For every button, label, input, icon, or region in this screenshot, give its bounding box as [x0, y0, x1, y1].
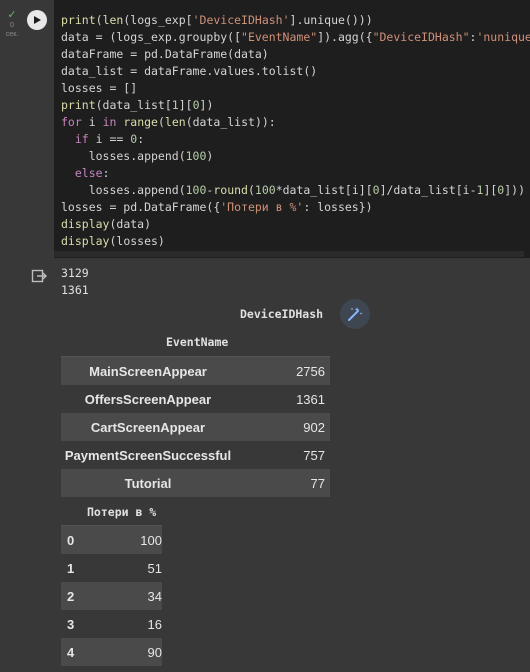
- table-row: MainScreenAppear 2756: [61, 357, 330, 385]
- row-value: 2756: [296, 363, 325, 379]
- table-row: 2 34: [61, 582, 162, 610]
- horizontal-scrollbar[interactable]: [54, 251, 524, 257]
- row-index: 2: [67, 588, 75, 604]
- row-value: 902: [303, 419, 325, 435]
- table2: 0 100 1 51 2 34 3 16 4 90: [61, 525, 162, 666]
- row-value: 1361: [296, 391, 325, 407]
- row-value: 100: [140, 532, 162, 548]
- row-index: 0: [67, 532, 75, 548]
- table-row: CartScreenAppear 902: [61, 413, 330, 441]
- row-value: 51: [147, 560, 162, 576]
- row-index: 1: [67, 560, 75, 576]
- code-line[interactable]: else:: [61, 166, 110, 180]
- row-value: 757: [303, 447, 325, 463]
- code-line[interactable]: data = (logs_exp.groupby(["EventName"]).…: [61, 30, 530, 44]
- code-line[interactable]: print(len(logs_exp['DeviceIDHash'].uniqu…: [61, 13, 373, 27]
- code-line[interactable]: data_list = dataFrame.values.tolist(): [61, 64, 317, 78]
- code-line[interactable]: dataFrame = pd.DataFrame(data): [61, 47, 269, 61]
- table1: MainScreenAppear 2756 OffersScreenAppear 1…: [61, 356, 330, 497]
- code-line[interactable]: losses.append(100-round(100*data_list[i]…: [61, 183, 525, 197]
- code-line[interactable]: display(losses): [61, 234, 165, 248]
- code-line[interactable]: print(data_list[1][0]): [61, 98, 213, 112]
- row-value: 77: [310, 475, 325, 491]
- run-cell-button[interactable]: [27, 10, 47, 30]
- row-value: 90: [147, 644, 162, 660]
- code-text[interactable]: print(len(logs_exp['DeviceIDHash'].uniqu…: [54, 0, 530, 250]
- table-row: PaymentScreenSuccessful 757: [61, 441, 330, 469]
- code-editor[interactable]: print(len(logs_exp['DeviceIDHash'].uniqu…: [54, 0, 530, 258]
- output-icon[interactable]: [31, 268, 47, 284]
- table1-column-header: DeviceIDHash: [240, 307, 324, 321]
- code-line[interactable]: losses = pd.DataFrame({'Потери в %': los…: [61, 200, 373, 214]
- table-row: 0 100: [61, 526, 162, 554]
- code-line[interactable]: display(data): [61, 217, 151, 231]
- row-index: OffersScreenAppear: [84, 391, 212, 407]
- code-line[interactable]: losses = []: [61, 81, 137, 95]
- stdout-line: 3129: [61, 266, 89, 280]
- table-row: OffersScreenAppear 1361: [61, 385, 330, 413]
- table-row: 4 90: [61, 638, 162, 666]
- magic-wand-icon: [348, 307, 363, 321]
- row-index: 3: [67, 616, 75, 632]
- table-row: Tutorial 77: [61, 469, 330, 497]
- table-row: 3 16: [61, 610, 162, 638]
- check-icon: ✓: [7, 9, 17, 21]
- execution-status: ✓ 0 сек.: [3, 10, 21, 39]
- row-value: 16: [147, 616, 162, 632]
- stdout-line: 1361: [61, 283, 89, 297]
- code-line[interactable]: for i in range(len(data_list)):: [61, 115, 276, 129]
- cell-gutter: [0, 0, 24, 672]
- play-icon: [34, 16, 41, 24]
- row-value: 34: [147, 588, 162, 604]
- table1-index-header: EventName: [166, 335, 229, 349]
- code-line[interactable]: if i == 0:: [61, 132, 144, 146]
- stdout: 3129 1361: [61, 265, 89, 299]
- row-index: PaymentScreenSuccessful: [64, 447, 232, 463]
- row-index: 4: [67, 644, 75, 660]
- row-index: CartScreenAppear: [90, 419, 206, 435]
- execution-time: 0: [10, 22, 14, 29]
- magic-wand-button[interactable]: [340, 299, 370, 329]
- table2-column-header: Потери в %: [87, 505, 157, 519]
- row-index: Tutorial: [124, 475, 172, 491]
- code-line[interactable]: losses.append(100): [61, 149, 214, 163]
- table-row: 1 51: [61, 554, 162, 582]
- row-index: MainScreenAppear: [89, 363, 207, 379]
- execution-time-unit: сек.: [5, 31, 19, 38]
